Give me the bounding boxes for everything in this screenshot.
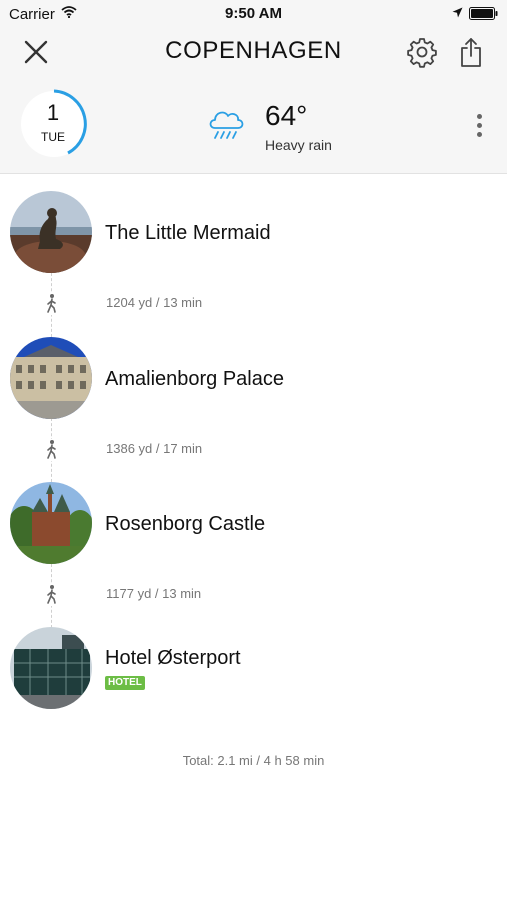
day-number: 1 [46,100,60,125]
stop-name: Rosenborg Castle [105,513,266,535]
more-dot-icon [477,132,482,137]
gear-icon [407,38,437,68]
battery-icon [469,7,498,20]
day-weekday: TUE [41,130,65,144]
leg-distance-time: 1386 yd / 17 min [106,441,203,456]
weather-temperature: 64° [265,100,308,131]
stop-item[interactable]: The Little Mermaid [10,191,490,273]
stop-item[interactable]: Amalienborg Palace [10,337,490,419]
route-leg: 1177 yd / 13 min [0,584,507,606]
location-arrow-icon [452,7,463,18]
stop-photo [10,482,92,564]
walking-icon [45,293,59,315]
day-weather-bar: 1 TUE 64° Heavy rain [0,76,507,174]
stop-name: Amalienborg Palace [105,368,284,390]
status-bar: Carrier 9:50 AM [0,0,507,28]
weather-condition: Heavy rain [265,137,332,153]
more-options-button[interactable] [468,110,492,142]
share-icon [461,38,481,67]
stop-name: The Little Mermaid [105,222,271,244]
route-list: The Little Mermaid 1204 yd / 13 min Amal… [0,175,507,900]
route-leg: 1204 yd / 13 min [0,293,507,315]
stop-name: Hotel Østerport [105,647,241,669]
hotel-badge: HOTEL [105,676,145,690]
rain-cloud-icon [209,111,244,139]
route-leg: 1386 yd / 17 min [0,439,507,461]
stop-item[interactable]: Hotel Østerport HOTEL [10,627,490,709]
stop-photo [10,337,92,419]
walking-icon [45,584,59,606]
day-selector[interactable]: 1 TUE [18,88,90,160]
leg-distance-time: 1204 yd / 13 min [106,295,203,310]
stop-photo [10,191,92,273]
walking-icon [45,439,59,461]
status-time: 9:50 AM [225,5,282,22]
route-total: Total: 2.1 mi / 4 h 58 min [182,753,325,768]
share-button[interactable] [456,36,486,68]
more-dot-icon [477,114,482,119]
more-dot-icon [477,123,482,128]
leg-distance-time: 1177 yd / 13 min [106,586,202,601]
stop-photo [10,627,92,709]
settings-button[interactable] [406,36,438,68]
stop-item[interactable]: Rosenborg Castle [10,482,490,564]
nav-bar: COPENHAGEN [0,28,507,76]
